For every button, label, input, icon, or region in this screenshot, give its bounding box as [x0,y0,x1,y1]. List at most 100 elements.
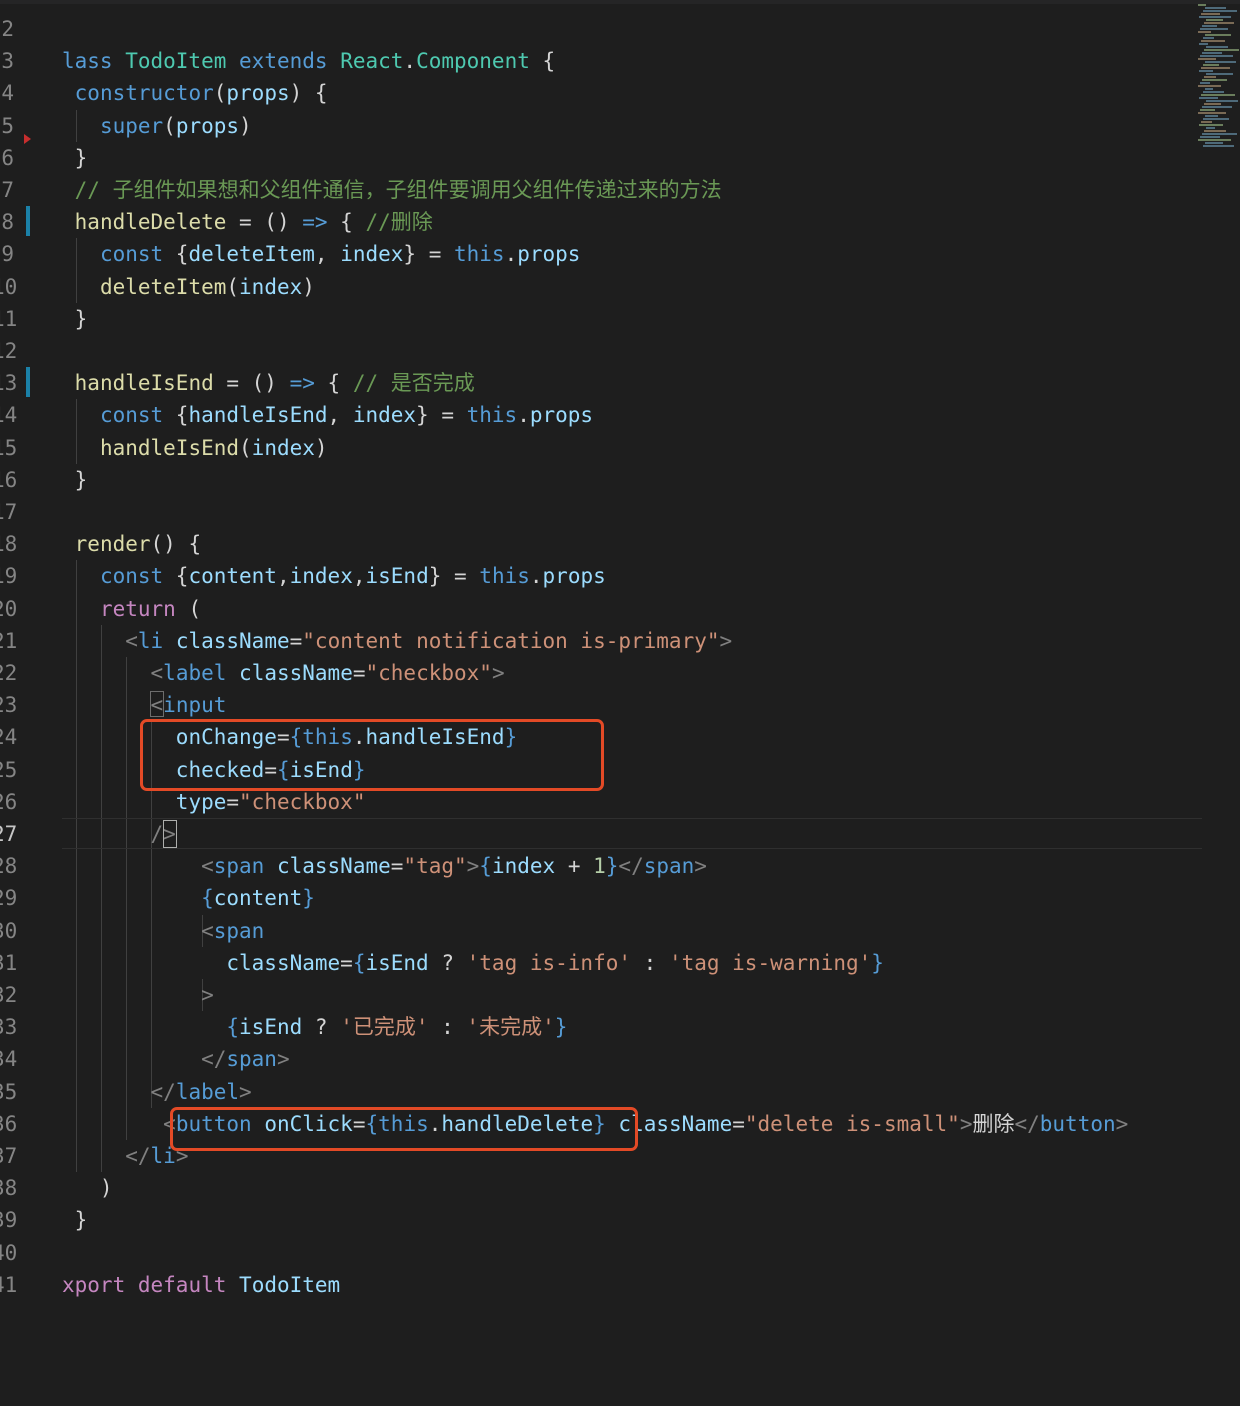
code-line[interactable]: </span> [62,1043,290,1075]
line-number: 20 [0,596,18,621]
line-number: 18 [0,532,18,557]
code-line[interactable]: } [62,464,88,496]
code-token: > [719,628,733,653]
code-token: 删除 [972,1111,1015,1136]
code-token: : [428,1015,467,1040]
minimap-line [1201,121,1212,123]
code-line[interactable]: ) [62,1172,113,1204]
code-token: > [466,854,480,879]
minimap-line [1203,64,1219,66]
code-token: . [529,564,543,589]
code-token: < [201,918,214,943]
code-token: = [226,789,240,814]
code-line[interactable]: <span className="tag">{index + 1}</span> [62,850,707,882]
code-line[interactable]: /> [62,818,176,850]
code-line[interactable]: handleDelete = () => { //删除 [62,206,433,238]
code-token: span [213,918,265,943]
code-line[interactable]: </label> [62,1076,252,1108]
code-line[interactable]: deleteItem(index) [62,271,315,303]
minimap-line [1198,139,1231,141]
code-line[interactable]: handleIsEnd(index) [62,432,328,464]
code-line[interactable]: const {handleIsEnd, index} = this.props [62,399,593,431]
code-token: return [99,596,176,621]
code-token: constructor [74,81,214,106]
code-editor[interactable]: 2345678910111213141516171819202122232425… [0,0,1240,1406]
minimap-line [1202,133,1237,135]
code-token: props [517,242,581,267]
code-token: } [62,1208,88,1233]
minimap-line [1199,124,1223,126]
minimap-line [1201,94,1235,96]
code-token: span [213,854,265,879]
code-token: . [517,403,530,428]
minimap-line [1202,25,1217,27]
code-token: } [62,306,88,331]
minimap-line [1205,88,1213,90]
minimap-line [1198,58,1216,60]
code-line[interactable]: } [62,1204,88,1236]
minimap-line [1198,4,1206,6]
code-line[interactable]: lass TodoItem extends React.Component { [62,45,555,77]
code-line[interactable]: <span [62,915,264,947]
code-token: = [289,628,303,653]
code-token: , [352,564,366,589]
code-line[interactable]: className={isEnd ? 'tag is-info' : 'tag … [62,947,884,979]
code-line[interactable]: xport default TodoItem [62,1269,340,1301]
minimap-line [1204,103,1221,105]
modified-line-marker[interactable] [26,367,30,397]
code-token: xport [62,1272,126,1297]
line-number: 30 [0,918,18,943]
code-line[interactable]: render() { [62,528,201,560]
code-token: > [276,1047,290,1072]
minimap-line [1205,115,1218,117]
code-line[interactable]: const {content,index,isEnd} = this.props [62,560,606,592]
minimap-line [1203,118,1229,120]
minimap-line [1205,7,1226,9]
code-token: ( [226,274,240,299]
code-line[interactable]: > [62,979,214,1011]
code-token: > [239,1079,252,1104]
line-number: 3 [1,49,14,74]
code-token: > [694,854,707,879]
code-line[interactable]: <input [62,689,227,721]
code-token: } [554,1015,568,1040]
minimap[interactable] [1198,4,1239,154]
minimap-line [1199,70,1213,72]
code-token: 'tag is-warning' [668,950,872,975]
code-line[interactable]: handleIsEnd = () => { // 是否完成 [62,367,475,399]
minimap-line [1201,13,1220,15]
code-token: default [137,1272,227,1297]
line-number: 10 [0,274,18,299]
code-line[interactable]: // 子组件如果想和父组件通信，子组件要调用父组件传递过来的方法 [62,174,722,206]
code-line[interactable]: constructor(props) { [62,77,328,109]
code-line[interactable]: } [62,303,88,335]
code-line[interactable]: return ( [62,593,201,625]
code-token: </ [201,1047,227,1072]
code-token: ) [62,1176,113,1201]
code-token: span [226,1047,277,1072]
line-number: 38 [0,1176,18,1201]
deleted-lines-marker[interactable] [24,134,31,144]
code-token: , [276,564,290,589]
code-line[interactable]: const {deleteItem, index} = this.props [62,238,581,270]
code-line[interactable]: {isEnd ? '已完成' : '未完成'} [62,1011,567,1043]
code-line[interactable]: super(props) [62,110,252,142]
code-line[interactable]: {content} [62,882,315,914]
code-token: { [327,210,366,235]
modified-line-marker[interactable] [26,206,30,236]
minimap-line [1205,34,1231,36]
code-token: : [631,950,669,975]
code-token: const [99,564,164,589]
code-token: props [542,564,606,589]
code-line[interactable]: } [62,142,88,174]
line-number: 8 [1,210,14,235]
code-line[interactable]: <label className="checkbox"> [62,657,505,689]
code-token: } [62,467,88,492]
code-token: . [403,49,417,74]
code-line[interactable]: <li className="content notification is-p… [62,625,732,657]
